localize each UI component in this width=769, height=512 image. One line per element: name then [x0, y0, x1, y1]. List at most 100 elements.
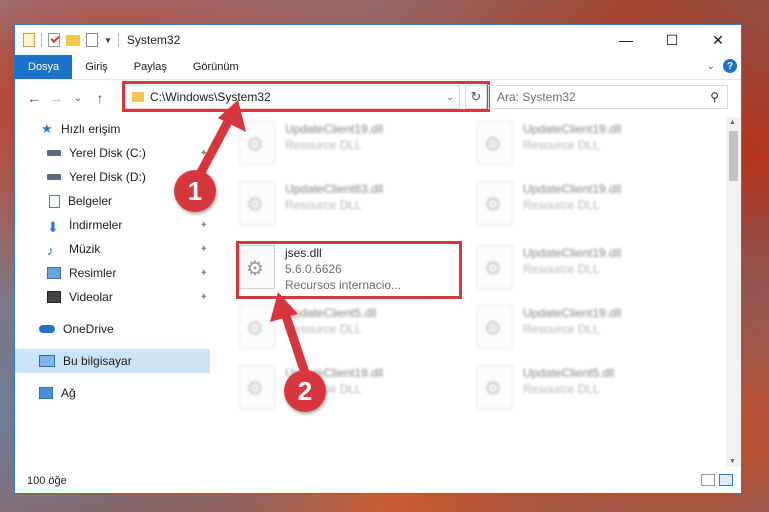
sidebar-item-label: OneDrive: [63, 322, 114, 336]
sidebar-item-this-pc[interactable]: Bu bilgisayar: [15, 349, 210, 373]
details-view-icon[interactable]: [701, 474, 715, 486]
file-item[interactable]: UpdateClient19.dll Resource DLL: [239, 117, 459, 169]
file-description: Resource DLL: [285, 322, 362, 336]
dll-file-icon: [477, 121, 513, 165]
properties-icon[interactable]: [23, 33, 35, 47]
file-name: UpdateClient63.dll: [285, 182, 384, 196]
close-button[interactable]: ✕: [695, 25, 741, 55]
cloud-icon: [39, 325, 55, 333]
explorer-window: ▼ System32 — ☐ ✕ Dosya Giriş Paylaş Görü…: [14, 24, 742, 494]
tab-share[interactable]: Paylaş: [121, 55, 180, 79]
file-item[interactable]: UpdateClient19.dllResource DLL: [239, 361, 459, 413]
search-placeholder: Ara: System32: [497, 90, 576, 104]
scroll-down-icon[interactable]: ▼: [729, 458, 736, 465]
sidebar-item-quick-access[interactable]: ★ Hızlı erişim: [15, 117, 210, 141]
file-name: UpdateClient5.dll: [523, 366, 615, 380]
quick-access-toolbar: ▼: [15, 33, 119, 47]
back-button[interactable]: ←: [23, 90, 45, 106]
dll-file-icon: [477, 181, 513, 225]
sidebar-item-music[interactable]: ♪ Müzik ✦: [15, 237, 210, 261]
sidebar-item-label: Müzik: [69, 242, 101, 256]
maximize-button[interactable]: ☐: [649, 25, 695, 55]
new-folder-icon[interactable]: [66, 34, 80, 46]
music-icon: ♪: [47, 243, 54, 258]
sidebar-item-network[interactable]: Ağ: [15, 381, 210, 405]
tab-view[interactable]: Görünüm: [180, 55, 252, 79]
up-button[interactable]: ↑: [89, 90, 111, 106]
file-item[interactable]: UpdateClient19.dllResource DLL: [477, 117, 697, 169]
forward-button[interactable]: →: [45, 90, 67, 106]
checkbox-icon[interactable]: [48, 33, 60, 47]
dll-file-icon: [477, 245, 513, 289]
sidebar-item-pictures[interactable]: Resimler ✦: [15, 261, 210, 285]
picture-icon: [47, 267, 61, 279]
ribbon-tabs: Dosya Giriş Paylaş Görünüm ⌄ ?: [15, 55, 741, 80]
star-icon: ★: [41, 121, 53, 136]
status-bar: 100 öğe: [15, 469, 741, 493]
item-count: 100 öğe: [27, 475, 67, 487]
window-title: System32: [126, 33, 181, 47]
search-icon[interactable]: ⚲: [710, 90, 719, 104]
file-description: Resource DLL: [523, 138, 600, 152]
dll-file-icon: [239, 121, 275, 165]
dll-file-icon: [477, 305, 513, 349]
sidebar-item-onedrive[interactable]: OneDrive: [15, 317, 210, 341]
file-name: UpdateClient5.dll: [285, 306, 377, 320]
help-icon[interactable]: ?: [723, 59, 737, 73]
toolbar-separator: [41, 33, 42, 47]
sidebar-item-videos[interactable]: Videolar ✦: [15, 285, 210, 309]
file-description: Resource DLL: [523, 322, 600, 336]
drive-icon: [47, 174, 61, 180]
sidebar-item-label: Videolar: [69, 290, 113, 304]
dll-file-icon: [239, 305, 275, 349]
navigation-pane: ★ Hızlı erişim Yerel Disk (C:) ✦ Yerel D…: [15, 117, 210, 467]
expand-ribbon-icon[interactable]: ⌄: [707, 61, 715, 72]
network-icon: [39, 387, 53, 399]
vertical-scrollbar[interactable]: ▲ ▼: [726, 117, 741, 467]
list-icon[interactable]: [86, 33, 98, 47]
scrollbar-thumb[interactable]: [729, 131, 738, 181]
tiles-view-icon[interactable]: [719, 474, 733, 486]
file-item[interactable]: UpdateClient19.dll Resource DLL: [477, 301, 697, 353]
document-icon: [49, 194, 60, 208]
file-description: Resource DLL: [285, 198, 362, 212]
sidebar-item-label: İndirmeler: [69, 218, 123, 232]
file-item[interactable]: UpdateClient19.dllResource DLL: [477, 177, 697, 229]
dll-file-icon: [239, 365, 275, 409]
file-item[interactable]: UpdateClient19.dllResource DLL: [477, 241, 697, 293]
file-name: UpdateClient19.dll: [523, 246, 622, 260]
minimize-button[interactable]: —: [603, 25, 649, 55]
file-description: Resource DLL: [523, 198, 600, 212]
sidebar-item-disk-c[interactable]: Yerel Disk (C:) ✦: [15, 141, 210, 165]
sidebar-item-label: Resimler: [69, 266, 117, 280]
sidebar-item-label: Yerel Disk (C:): [69, 146, 146, 160]
address-highlight-box: [122, 81, 490, 112]
tab-file[interactable]: Dosya: [15, 55, 73, 79]
pin-icon: ✦: [199, 243, 208, 255]
customize-dropdown-icon[interactable]: ▼: [104, 36, 112, 45]
file-name: UpdateClient19.dll: [285, 122, 384, 136]
search-input[interactable]: Ara: System32 ⚲: [488, 85, 728, 109]
sidebar-item-label: Ağ: [61, 386, 76, 400]
pin-icon: ✦: [199, 267, 208, 279]
file-description: Resource DLL: [523, 382, 600, 396]
dll-file-icon: [477, 365, 513, 409]
file-item[interactable]: UpdateClient63.dll Resource DLL: [239, 177, 459, 229]
recent-locations-button[interactable]: ⌄: [67, 93, 89, 104]
file-name: UpdateClient19.dll: [523, 306, 622, 320]
tab-home[interactable]: Giriş: [72, 55, 121, 79]
sidebar-item-label: Bu bilgisayar: [63, 354, 132, 368]
file-item[interactable]: UpdateClient5.dll Resource DLL: [477, 361, 697, 413]
sidebar-item-downloads[interactable]: ⬇ İndirmeler ✦: [15, 213, 210, 237]
pin-icon: ✦: [199, 147, 208, 159]
navigation-bar: ← → ⌄ ↑ C:\Windows\System32 ⌄ ↻ Ara: Sys…: [15, 80, 741, 116]
scroll-up-icon[interactable]: ▲: [729, 119, 736, 126]
window-controls: — ☐ ✕: [603, 25, 741, 55]
sidebar-item-label: Yerel Disk (D:): [69, 170, 146, 184]
toolbar-separator: [117, 33, 119, 47]
file-description: Resource DLL: [285, 138, 362, 152]
ribbon-right: ⌄ ?: [707, 59, 737, 73]
drive-icon: [47, 150, 61, 156]
file-item[interactable]: UpdateClient5.dll Resource DLL: [239, 301, 459, 353]
file-highlight-box: [236, 241, 462, 299]
